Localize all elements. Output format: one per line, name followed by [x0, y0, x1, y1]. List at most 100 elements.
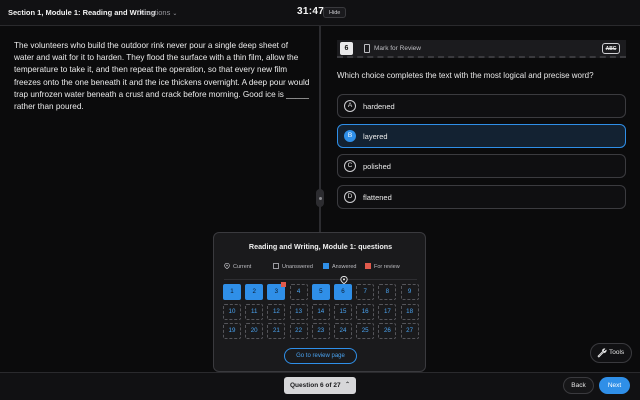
- question-cell[interactable]: 2: [245, 284, 264, 300]
- choice-a[interactable]: A hardened: [337, 94, 626, 118]
- location-pin-icon: [224, 263, 230, 269]
- question-cell-number: 11: [250, 307, 258, 315]
- question-cell-number: 22: [295, 327, 303, 334]
- chevron-up-icon: ⌃: [344, 382, 350, 388]
- legend-unanswered: Unanswered: [273, 263, 313, 271]
- divider-drag-handle[interactable]: [316, 189, 324, 207]
- question-cell-number: 19: [228, 327, 236, 334]
- question-cell-number: 5: [319, 288, 323, 295]
- choice-letter: A: [344, 100, 356, 112]
- question-cell-number: 3: [274, 288, 279, 295]
- question-navigator-popup: Reading and Writing, Module 1: questions…: [213, 232, 426, 372]
- answer-eliminator-button[interactable]: ABC: [602, 43, 620, 54]
- question-cell-number: 2: [252, 288, 256, 295]
- question-cell[interactable]: 25: [356, 323, 375, 339]
- question-cell[interactable]: 21: [267, 323, 286, 339]
- choice-d[interactable]: D flattened: [337, 185, 626, 209]
- legend-current: Current: [224, 263, 251, 271]
- question-cell-number: 18: [406, 307, 414, 315]
- question-cell[interactable]: 20: [245, 323, 264, 339]
- question-cell[interactable]: 5: [311, 284, 330, 300]
- mark-for-review-button[interactable]: Mark for Review: [374, 45, 421, 52]
- question-cell[interactable]: 3: [267, 282, 287, 300]
- directions-button[interactable]: Directions ⌄: [137, 8, 177, 17]
- question-grid: 1 2 3 4 5 6 7 8 9 10 11 12 13 14 15 16 17 18 19 20 21 22 23 24 2…: [223, 276, 419, 340]
- question-cell-number: 20: [250, 327, 258, 334]
- question-cell[interactable]: 27: [400, 323, 419, 339]
- question-cell-number: 21: [272, 327, 280, 334]
- question-navigator-button[interactable]: Question 6 of 27 ⌃: [284, 377, 356, 394]
- question-cell-number: 7: [363, 288, 367, 295]
- question-cell-number: 14: [317, 307, 325, 315]
- question-cell[interactable]: 7: [356, 284, 375, 300]
- legend-for-review: For review: [365, 263, 400, 271]
- question-cell[interactable]: 24: [334, 323, 352, 339]
- chevron-down-icon: ⌄: [172, 11, 178, 17]
- question-cell[interactable]: 6: [334, 276, 352, 300]
- question-cell-number: 23: [317, 327, 325, 334]
- choice-b[interactable]: B layered: [337, 124, 626, 148]
- current-location-pin-icon: [340, 276, 348, 284]
- wrench-icon: [597, 348, 607, 358]
- question-cell[interactable]: 8: [378, 284, 397, 300]
- question-cell[interactable]: 14: [311, 303, 330, 320]
- go-to-review-button[interactable]: Go to review page: [284, 348, 357, 364]
- question-cell-number: 9: [407, 288, 412, 295]
- question-prompt: Which choice completes the text with the…: [337, 71, 594, 80]
- top-bar: Section 1, Module 1: Reading and Writing…: [0, 0, 640, 26]
- bookmark-icon[interactable]: [364, 44, 370, 53]
- question-cell-number: 26: [383, 327, 391, 334]
- question-cell[interactable]: 26: [378, 323, 397, 339]
- choice-text: layered: [363, 132, 388, 141]
- question-cell[interactable]: 12: [267, 303, 286, 320]
- choice-c[interactable]: C polished: [337, 154, 626, 178]
- choice-text: flattened: [363, 193, 392, 202]
- question-header: 6 Mark for Review ABC: [337, 40, 626, 58]
- legend-divider: [224, 279, 417, 280]
- tools-label: Tools: [609, 349, 625, 356]
- tools-button[interactable]: Tools: [590, 343, 632, 363]
- question-cell[interactable]: 15: [334, 303, 352, 320]
- question-cell-number: 15: [339, 307, 347, 315]
- question-cell-number: 1: [230, 288, 234, 295]
- choice-letter: D: [344, 191, 356, 203]
- legend-unanswered-label: Unanswered: [282, 264, 313, 270]
- unanswered-swatch: [273, 263, 279, 269]
- question-cell-number: 17: [383, 307, 391, 315]
- choice-letter: B: [344, 130, 356, 142]
- question-nav-label: Question 6 of 27: [290, 382, 341, 389]
- drag-dot-icon: [318, 196, 322, 200]
- choice-text: polished: [363, 162, 391, 171]
- question-cell[interactable]: 10: [223, 303, 241, 320]
- choice-letter: C: [344, 160, 356, 172]
- question-cell[interactable]: 22: [289, 323, 308, 339]
- question-cell[interactable]: 16: [356, 303, 375, 320]
- next-button[interactable]: Next: [599, 377, 630, 394]
- question-cell[interactable]: 17: [378, 303, 397, 320]
- legend: Current Unanswered Answered For review: [224, 263, 417, 275]
- question-cell[interactable]: 23: [311, 323, 330, 339]
- question-cell[interactable]: 1: [223, 284, 241, 300]
- question-cell[interactable]: 13: [289, 303, 308, 320]
- review-flag-swatch: [365, 263, 371, 269]
- legend-current-label: Current: [233, 264, 252, 270]
- back-button[interactable]: Back: [563, 377, 594, 394]
- directions-label: Directions: [137, 8, 171, 17]
- legend-answered-label: Answered: [332, 264, 357, 270]
- question-cell[interactable]: 18: [400, 303, 419, 320]
- question-cell-number: 6: [341, 288, 345, 295]
- question-cell[interactable]: 9: [400, 284, 419, 300]
- answered-swatch: [323, 263, 329, 269]
- review-flag-icon: [281, 282, 287, 287]
- legend-for-review-label: For review: [374, 264, 400, 270]
- question-cell[interactable]: 19: [223, 323, 241, 339]
- question-cell[interactable]: 4: [289, 284, 308, 300]
- section-title: Section 1, Module 1: Reading and Writing: [8, 8, 156, 17]
- passage-text: The volunteers who build the outdoor rin…: [14, 41, 310, 112]
- question-cell[interactable]: 11: [245, 303, 264, 320]
- question-cell-number: 16: [361, 307, 369, 315]
- question-cell-number: 4: [296, 288, 301, 295]
- question-cell-number: 27: [406, 327, 414, 334]
- hide-timer-button[interactable]: Hide: [323, 7, 347, 18]
- question-cell-number: 10: [228, 307, 236, 315]
